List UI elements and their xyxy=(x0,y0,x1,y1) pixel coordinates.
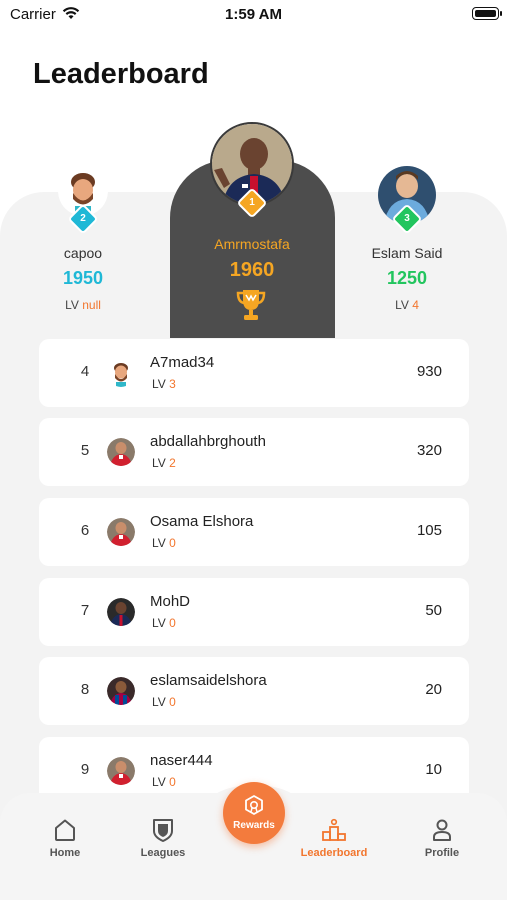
tab-leagues[interactable]: Leagues xyxy=(118,817,208,859)
list-item[interactable]: 4 A7mad34 LV 3 930 xyxy=(39,339,469,407)
player-level: LV 0 xyxy=(152,775,176,789)
player-level: LV 3 xyxy=(152,377,176,391)
player-name: naser444 xyxy=(150,752,213,769)
clock: 1:59 AM xyxy=(225,6,282,23)
player-name: Amrmostafa xyxy=(214,236,290,252)
level-value: 4 xyxy=(412,298,419,312)
tab-profile[interactable]: Profile xyxy=(397,817,487,859)
player-level: LV 0 xyxy=(152,695,176,709)
rank-number: 9 xyxy=(80,761,90,778)
player-score: 1960 xyxy=(229,259,275,281)
tab-leaderboard[interactable]: Leaderboard xyxy=(289,817,379,859)
level-value: 0 xyxy=(169,775,176,789)
rank-number: 5 xyxy=(80,442,90,459)
avatar xyxy=(107,518,135,546)
player-score: 1250 xyxy=(386,268,428,288)
rank-number: 3 xyxy=(404,213,410,224)
list-item[interactable]: 5 abdallahbrghouth LV 2 320 xyxy=(39,418,469,486)
level-value: 2 xyxy=(169,456,176,470)
player-name: abdallahbrghouth xyxy=(150,433,266,450)
player-score: 10 xyxy=(425,761,442,778)
level-label: LV xyxy=(152,456,166,470)
avatar xyxy=(107,598,135,626)
list-item[interactable]: 6 Osama Elshora LV 0 105 xyxy=(39,498,469,566)
player-name: MohD xyxy=(150,593,191,610)
player-score: 320 xyxy=(416,442,442,459)
level-value: 0 xyxy=(169,616,176,630)
tab-label: Leaderboard xyxy=(300,847,368,859)
rewards-icon xyxy=(242,794,266,823)
player-name: capoo xyxy=(63,245,103,261)
rank-number: 1 xyxy=(249,197,255,208)
level-label: LV xyxy=(152,536,166,550)
rank-number: 8 xyxy=(80,681,90,698)
player-level: LV null xyxy=(13,298,153,312)
avatar xyxy=(107,359,135,387)
player-score: 50 xyxy=(425,602,442,619)
rewards-button[interactable]: Rewards xyxy=(223,782,285,844)
page-title: Leaderboard xyxy=(33,58,209,90)
player-name: Osama Elshora xyxy=(150,513,254,530)
rank-number: 6 xyxy=(80,522,90,539)
home-icon xyxy=(20,817,110,843)
level-value: 0 xyxy=(169,695,176,709)
battery-icon xyxy=(472,7,502,20)
list-item[interactable]: 8 eslamsaidelshora LV 0 20 xyxy=(39,657,469,725)
tab-home[interactable]: Home xyxy=(20,817,110,859)
level-label: LV xyxy=(152,616,166,630)
rank-number: 2 xyxy=(80,213,86,224)
tab-label: Home xyxy=(49,847,81,859)
player-name: eslamsaidelshora xyxy=(150,672,267,689)
level-label: LV xyxy=(152,775,166,789)
podium-icon xyxy=(289,817,379,843)
tab-label: Leagues xyxy=(140,847,186,859)
tab-label: Profile xyxy=(424,847,460,859)
player-level: LV 0 xyxy=(152,536,176,550)
player-score: 105 xyxy=(416,522,442,539)
list-item[interactable]: 7 MohD LV 0 50 xyxy=(39,578,469,646)
player-level: LV 2 xyxy=(152,456,176,470)
avatar xyxy=(107,677,135,705)
level-value: 3 xyxy=(169,377,176,391)
avatar xyxy=(107,757,135,785)
rewards-label: Rewards xyxy=(233,820,275,831)
level-label: LV xyxy=(395,298,409,312)
player-level: LV 4 xyxy=(337,298,477,312)
player-name: Eslam Said xyxy=(371,245,443,261)
level-label: LV xyxy=(65,298,79,312)
rank-number: 4 xyxy=(80,363,90,380)
avatar xyxy=(107,438,135,466)
player-score: 930 xyxy=(416,363,442,380)
rank-number: 7 xyxy=(80,602,90,619)
player-name: A7mad34 xyxy=(150,354,215,371)
profile-icon xyxy=(397,817,487,843)
player-score: 1950 xyxy=(62,268,104,288)
player-score: 20 xyxy=(425,681,442,698)
level-value: null xyxy=(82,298,101,312)
level-label: LV xyxy=(152,695,166,709)
player-level: LV 0 xyxy=(152,616,176,630)
level-value: 0 xyxy=(169,536,176,550)
shield-icon xyxy=(118,817,208,843)
status-bar: Carrier 1:59 AM xyxy=(0,0,507,30)
trophy-icon xyxy=(236,288,266,322)
level-label: LV xyxy=(152,377,166,391)
